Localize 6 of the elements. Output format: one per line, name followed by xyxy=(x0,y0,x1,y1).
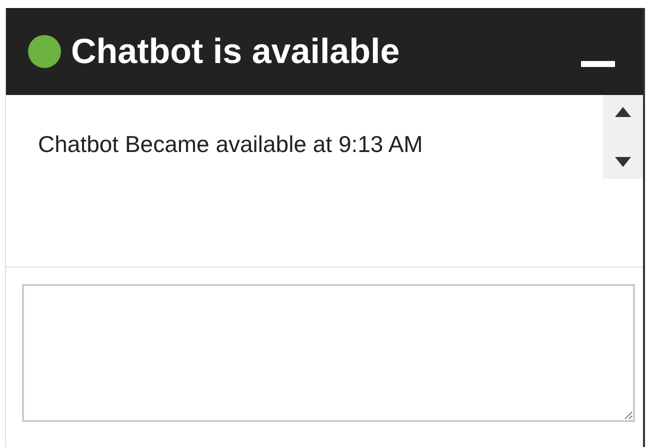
chat-message: Chatbot Became available at 9:13 AM xyxy=(38,131,424,158)
chat-title: Chatbot is available xyxy=(71,32,401,72)
scrollbar[interactable] xyxy=(603,95,643,179)
scroll-up-icon[interactable] xyxy=(615,107,631,117)
scroll-down-icon[interactable] xyxy=(615,157,631,167)
message-input[interactable] xyxy=(22,284,635,422)
